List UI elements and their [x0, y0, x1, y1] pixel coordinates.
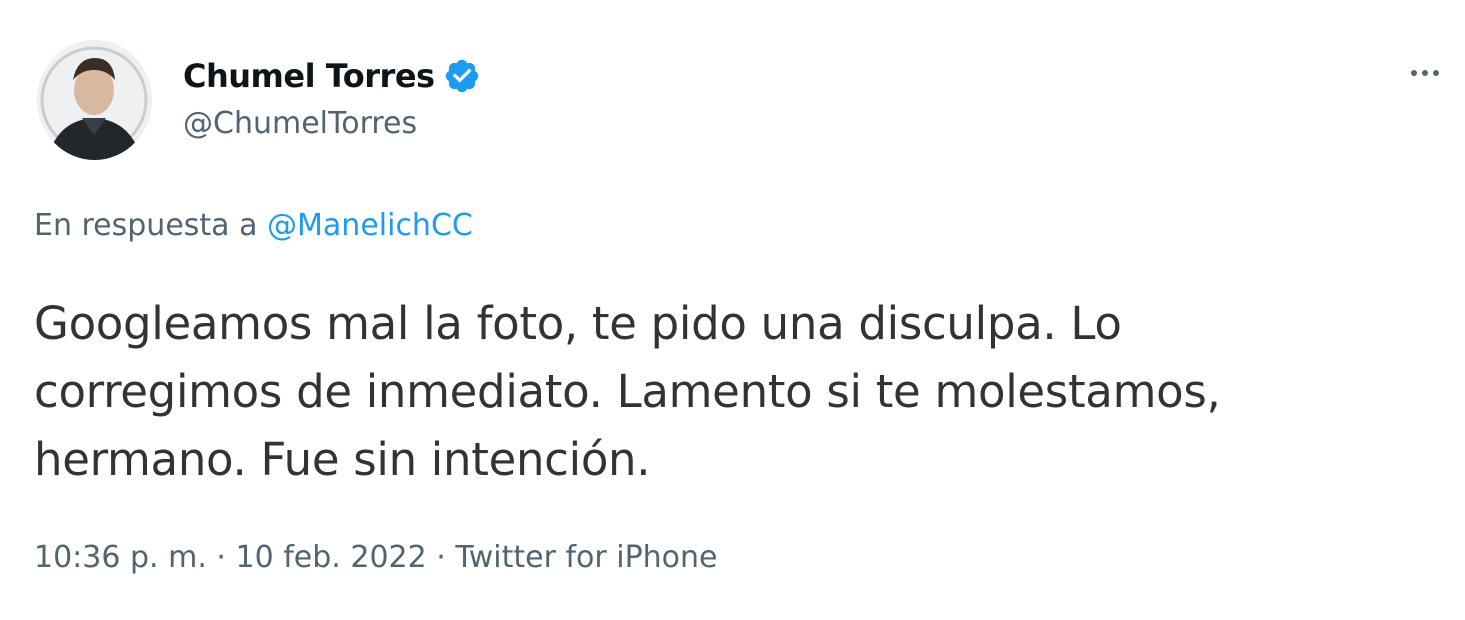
author-handle[interactable]: @ChumelTorres	[183, 106, 417, 141]
avatar-image	[37, 40, 152, 160]
tweet-date[interactable]: 10 feb. 2022	[236, 540, 427, 575]
author-display-name[interactable]: Chumel Torres	[183, 57, 435, 95]
tweet-card: Chumel Torres @ChumelTorres En respuesta…	[0, 0, 1465, 620]
tweet-source[interactable]: Twitter for iPhone	[455, 540, 717, 575]
tweet-text-line: corregimos de inmediato. Lamento si te m…	[34, 365, 1221, 418]
more-options-button[interactable]	[1403, 56, 1447, 90]
tweet-text-line: hermano. Fue sin intención.	[34, 433, 651, 486]
avatar[interactable]	[37, 40, 152, 160]
meta-separator: ·	[216, 540, 226, 575]
reply-prefix: En respuesta a	[34, 208, 258, 243]
tweet-metadata: 10:36 p. m. · 10 feb. 2022 · Twitter for…	[34, 540, 718, 575]
author-name-row: Chumel Torres	[183, 54, 481, 98]
tweet-text: Googleamos mal la foto, te pido una disc…	[34, 290, 1434, 494]
more-horizontal-icon-dot	[1422, 70, 1428, 76]
reply-context: En respuesta a @ManelichCC	[34, 208, 473, 243]
reply-mention-link[interactable]: @ManelichCC	[267, 208, 473, 243]
tweet-text-line: Googleamos mal la foto, te pido una disc…	[34, 297, 1122, 350]
more-horizontal-icon-dot	[1433, 70, 1439, 76]
meta-separator: ·	[436, 540, 446, 575]
verified-badge-icon	[443, 57, 481, 95]
more-horizontal-icon	[1411, 70, 1417, 76]
tweet-time[interactable]: 10:36 p. m.	[34, 540, 207, 575]
